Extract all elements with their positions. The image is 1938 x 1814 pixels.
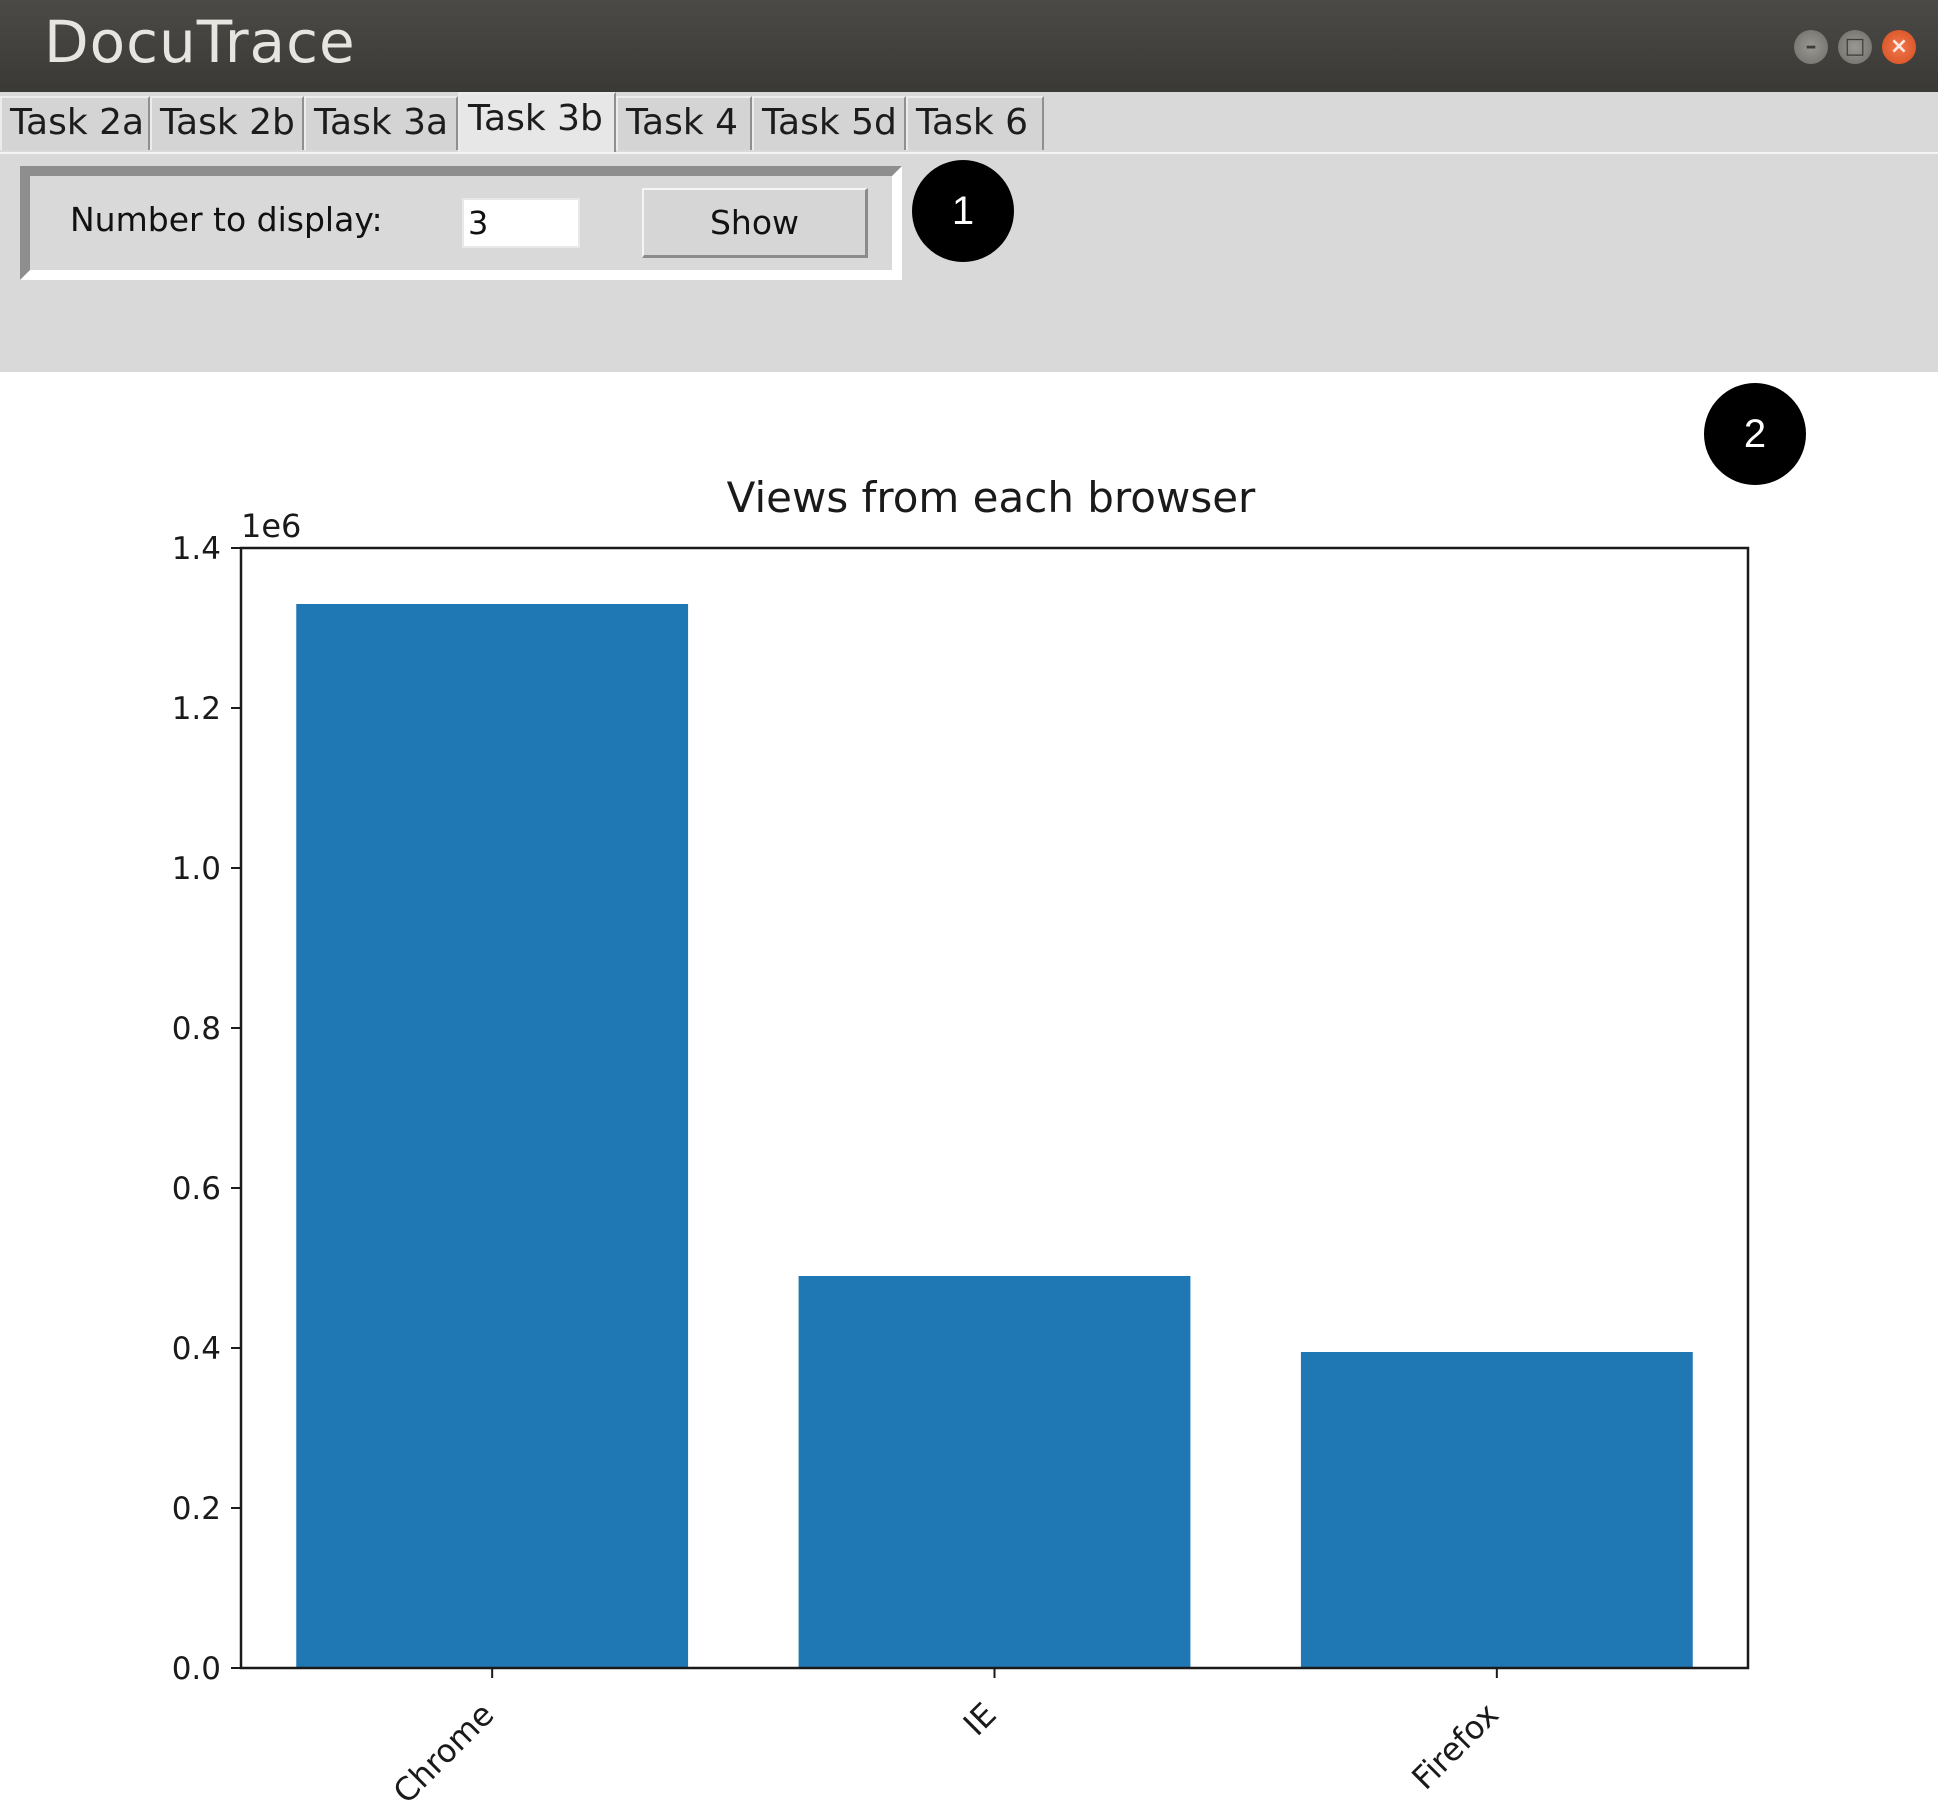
window-titlebar: DocuTrace – □ × <box>0 0 1938 92</box>
tab-task-5d[interactable]: Task 5d <box>752 96 906 150</box>
bar-chart: Views from each browser 1e6 0.0 0.2 0.4 0.6… <box>172 473 1750 1811</box>
tab-task-2b[interactable]: Task 2b <box>150 96 304 150</box>
y-tick-label: 1.0 <box>172 851 221 887</box>
tab-task-6[interactable]: Task 6 <box>906 96 1044 150</box>
y-axis-ticks: 0.0 0.2 0.4 0.6 0.8 1.0 1.2 1.4 <box>172 531 241 1687</box>
y-tick-label: 0.8 <box>172 1011 221 1047</box>
y-tick-label: 0.2 <box>172 1491 221 1527</box>
bar-ie <box>798 1276 1191 1668</box>
number-to-display-input[interactable] <box>462 198 580 248</box>
y-tick-label: 1.2 <box>172 691 221 727</box>
annotation-marker-2: 2 <box>1704 383 1806 485</box>
app-title: DocuTrace <box>44 8 356 76</box>
tab-task-2a[interactable]: Task 2a <box>0 96 150 150</box>
chart-area: Views from each browser 1e6 0.0 0.2 0.4 0.6… <box>0 372 1938 1814</box>
maximize-button[interactable]: □ <box>1838 30 1872 64</box>
tab-task-4[interactable]: Task 4 <box>616 96 752 150</box>
bar-firefox <box>1300 1352 1693 1668</box>
number-to-display-label: Number to display: <box>70 200 383 239</box>
x-axis-ticks: Chrome IE Firefox <box>386 1668 1506 1811</box>
x-tick-label: Chrome <box>386 1695 502 1811</box>
x-tick-label: IE <box>956 1695 1004 1743</box>
y-tick-label: 0.4 <box>172 1331 221 1367</box>
y-tick-label: 0.6 <box>172 1171 221 1207</box>
close-button[interactable]: × <box>1882 30 1916 64</box>
bar-chrome <box>296 604 689 1668</box>
chart-title: Views from each browser <box>727 473 1256 522</box>
tab-task-3b[interactable]: Task 3b <box>458 92 616 152</box>
y-tick-label: 1.4 <box>172 531 221 567</box>
y-axis-multiplier: 1e6 <box>241 507 301 545</box>
minimize-button[interactable]: – <box>1794 30 1828 64</box>
tab-bar: Task 2a Task 2b Task 3a Task 3b Task 4 T… <box>0 92 1938 154</box>
annotation-marker-1: 1 <box>912 160 1014 262</box>
show-button[interactable]: Show <box>642 188 868 258</box>
tab-task-3a[interactable]: Task 3a <box>304 96 458 150</box>
x-tick-label: Firefox <box>1404 1695 1506 1797</box>
bars-group <box>296 604 1693 1668</box>
y-tick-label: 0.0 <box>172 1651 221 1687</box>
